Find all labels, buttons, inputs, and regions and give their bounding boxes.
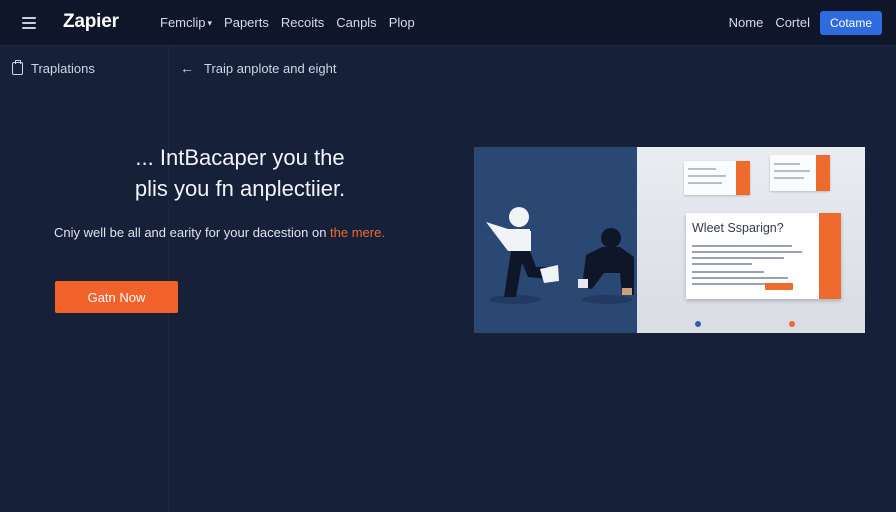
sidebar-title-label: Traplations bbox=[31, 61, 95, 76]
illustration-people-panel bbox=[474, 147, 637, 333]
nav-item-recoits[interactable]: Recoits bbox=[281, 15, 324, 30]
back-link[interactable]: ← Traip anplote and eight bbox=[180, 60, 337, 76]
hero-subtitle-link[interactable]: the mere. bbox=[330, 225, 385, 240]
feature-card-title: Wleet Ssparign? bbox=[692, 221, 784, 235]
hero-title: ... IntBacaper you the plis you fn anple… bbox=[134, 145, 346, 201]
hamburger-menu-icon[interactable] bbox=[22, 17, 36, 29]
secondary-nav: Nome Cortel bbox=[729, 15, 810, 30]
nav-item-femclip[interactable]: Femclip ▾ bbox=[160, 15, 212, 30]
people-figures bbox=[486, 207, 634, 297]
top-navigation-bar: Zapier Femclip ▾ Paperts Recoits Canpls P… bbox=[0, 0, 896, 46]
brand-dot bbox=[695, 321, 701, 327]
hero-illustration: Wleet Ssparign? bbox=[474, 147, 865, 333]
back-link-label: Traip anplote and eight bbox=[204, 60, 337, 76]
feature-card-button bbox=[765, 283, 793, 290]
zapier-logo[interactable]: Zapier bbox=[63, 11, 119, 33]
primary-nav: Femclip ▾ Paperts Recoits Canpls Plop bbox=[160, 15, 415, 30]
nav-link-nome[interactable]: Nome bbox=[729, 15, 764, 30]
sidebar-header[interactable]: Traplations bbox=[12, 60, 95, 76]
mini-card bbox=[684, 161, 750, 195]
cotame-button[interactable]: Cotame bbox=[820, 11, 882, 35]
sidebar-divider bbox=[168, 46, 169, 512]
arrow-left-icon[interactable]: ← bbox=[180, 60, 194, 76]
brand-dot bbox=[789, 321, 795, 327]
get-now-button[interactable]: Gatn Now bbox=[55, 281, 178, 313]
chevron-down-icon: ▾ bbox=[207, 18, 213, 28]
mini-card bbox=[770, 155, 830, 191]
nav-item-paperts[interactable]: Paperts bbox=[224, 15, 269, 30]
hero-subtitle: Cniy well be all and earity for your dac… bbox=[54, 225, 385, 240]
nav-link-cortel[interactable]: Cortel bbox=[775, 15, 810, 30]
clipboard-icon bbox=[12, 60, 23, 75]
nav-item-canpls[interactable]: Canpls bbox=[336, 15, 376, 30]
nav-item-plop[interactable]: Plop bbox=[389, 15, 415, 30]
